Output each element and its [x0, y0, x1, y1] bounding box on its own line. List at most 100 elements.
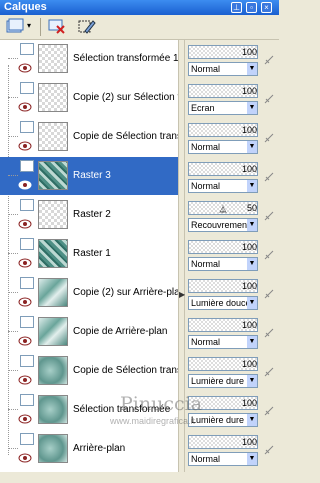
raster-layer-icon — [20, 277, 34, 289]
layer-thumbnail — [38, 200, 68, 229]
opacity-value: 100 — [241, 47, 257, 57]
lock-icon[interactable] — [263, 327, 275, 339]
visibility-eye-icon[interactable] — [18, 414, 32, 424]
layer-properties: 100 Lumière douce ▼ — [185, 274, 279, 312]
layer-properties: 100 Ecran ▼ — [185, 79, 279, 117]
blend-dropdown-icon[interactable]: ▼ — [247, 63, 257, 75]
blend-dropdown-icon[interactable]: ▼ — [247, 336, 257, 348]
blend-dropdown-icon[interactable]: ▼ — [247, 219, 257, 231]
layer-toolbar: ▾ — [0, 15, 279, 40]
layer-name: Copie de Sélection transf — [73, 365, 178, 376]
raster-layer-icon — [20, 43, 34, 55]
layer-thumbnail — [38, 317, 68, 346]
opacity-value: 100 — [241, 437, 257, 447]
watermark-title: Pinuccia — [120, 393, 203, 415]
minimize-icon[interactable]: ▫ — [246, 2, 257, 13]
layer-row[interactable]: Raster 2 — [0, 196, 178, 234]
layer-properties: 100 Normal ▼ — [185, 235, 279, 273]
panel-title-bar: Calques ⊥ ▫ × — [0, 0, 279, 15]
lock-icon[interactable] — [263, 54, 275, 66]
layer-thumbnail — [38, 161, 68, 190]
layer-name: Copie de Sélection transf — [73, 131, 178, 142]
layer-thumbnail — [38, 395, 68, 424]
blend-dropdown-icon[interactable]: ▼ — [247, 141, 257, 153]
new-layer-icon[interactable] — [6, 18, 24, 35]
opacity-value: 100 — [241, 320, 257, 330]
visibility-eye-icon[interactable] — [18, 63, 32, 73]
watermark-url: www.maidiregrafica.it — [110, 416, 196, 426]
background-layer-icon — [20, 433, 34, 445]
raster-layer-icon — [20, 394, 34, 406]
layer-row[interactable]: Arrière-plan — [0, 430, 178, 468]
layer-row[interactable]: Copie (2) sur Sélection tr — [0, 79, 178, 117]
layer-thumbnail — [38, 239, 68, 268]
layer-thumbnail — [38, 44, 68, 73]
layer-thumbnail — [38, 434, 68, 463]
layer-thumbnail — [38, 83, 68, 112]
delete-layer-icon[interactable] — [48, 18, 66, 35]
blend-dropdown-icon[interactable]: ▼ — [247, 258, 257, 270]
opacity-value: 50 — [246, 203, 257, 213]
layer-thumbnail — [38, 356, 68, 385]
layer-row[interactable]: Copie de Arrière-plan — [0, 313, 178, 351]
layer-thumbnail — [38, 278, 68, 307]
opacity-value: 100 — [241, 242, 257, 252]
layer-name: Arrière-plan — [73, 443, 126, 454]
layer-properties: 100 Normal ▼ — [185, 118, 279, 156]
layer-row[interactable]: Copie de Sélection transf — [0, 118, 178, 156]
close-icon[interactable]: × — [261, 2, 272, 13]
lock-icon[interactable] — [263, 405, 275, 417]
layer-row[interactable]: Copie (2) sur Arrière-plan — [0, 274, 178, 312]
layer-row[interactable]: Raster 1 — [0, 235, 178, 273]
lock-icon[interactable] — [263, 249, 275, 261]
lock-icon[interactable] — [263, 210, 275, 222]
visibility-eye-icon[interactable] — [18, 336, 32, 346]
blend-dropdown-icon[interactable]: ▼ — [247, 414, 257, 426]
visibility-eye-icon[interactable] — [18, 297, 32, 307]
opacity-value: 100 — [241, 281, 257, 291]
toolbar-divider — [40, 18, 41, 36]
layer-thumbnail — [38, 122, 68, 151]
visibility-eye-icon[interactable] — [18, 102, 32, 112]
layer-row-selected[interactable]: Raster 3 — [0, 157, 178, 195]
layer-properties: ⏅ 50 Recouvrement ▼ — [185, 196, 279, 234]
slider-thumb-icon[interactable]: ⏅ — [219, 204, 227, 215]
blend-dropdown-icon[interactable]: ▼ — [247, 375, 257, 387]
blend-dropdown-icon[interactable]: ▼ — [247, 453, 257, 465]
raster-layer-icon — [20, 199, 34, 211]
blend-dropdown-icon[interactable]: ▼ — [247, 102, 257, 114]
visibility-eye-icon[interactable] — [18, 453, 32, 463]
layer-row[interactable]: Copie de Sélection transf — [0, 352, 178, 390]
layer-properties: 100 Normal ▼ — [185, 430, 279, 468]
raster-layer-icon — [20, 160, 34, 172]
visibility-eye-icon[interactable] — [18, 258, 32, 268]
opacity-value: 100 — [241, 125, 257, 135]
visibility-eye-icon[interactable] — [18, 375, 32, 385]
visibility-eye-icon[interactable] — [18, 180, 32, 190]
panel-title: Calques — [4, 1, 47, 13]
layer-row[interactable]: Sélection transformée 1 — [0, 40, 178, 78]
visibility-eye-icon[interactable] — [18, 219, 32, 229]
layer-name: Raster 1 — [73, 248, 111, 259]
edit-selection-icon[interactable] — [78, 18, 96, 35]
blend-dropdown-icon[interactable]: ▼ — [247, 297, 257, 309]
visibility-eye-icon[interactable] — [18, 141, 32, 151]
lock-icon[interactable] — [263, 93, 275, 105]
lock-icon[interactable] — [263, 444, 275, 456]
blend-dropdown-icon[interactable]: ▼ — [247, 180, 257, 192]
lock-icon[interactable] — [263, 132, 275, 144]
lock-icon[interactable] — [263, 171, 275, 183]
layer-name: Copie (2) sur Sélection tr — [73, 92, 178, 103]
pin-icon[interactable]: ⊥ — [231, 2, 242, 13]
lock-icon[interactable] — [263, 288, 275, 300]
lock-icon[interactable] — [263, 366, 275, 378]
layer-properties: 100 Normal ▼ — [185, 313, 279, 351]
new-layer-dropdown-icon[interactable]: ▾ — [27, 21, 31, 30]
panel-footer — [0, 472, 279, 483]
layer-name: Copie (2) sur Arrière-plan — [73, 287, 178, 298]
layer-name: Sélection transformée 1 — [73, 53, 178, 64]
layer-properties: 100 Lumière dure ▼ — [185, 352, 279, 390]
raster-layer-icon — [20, 316, 34, 328]
opacity-value: 100 — [241, 359, 257, 369]
layer-properties: 100 Normal ▼ — [185, 40, 279, 78]
